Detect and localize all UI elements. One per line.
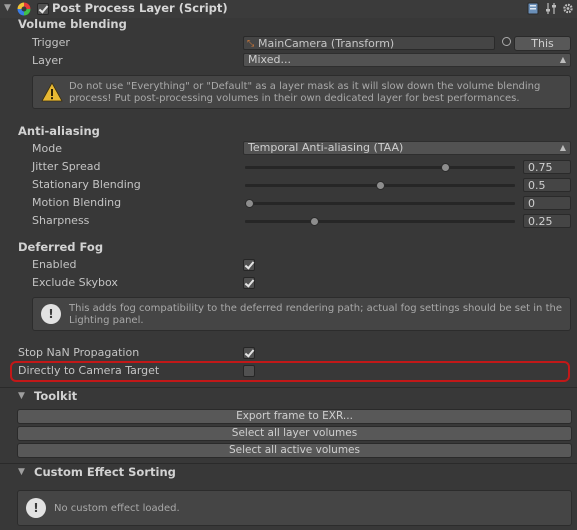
- anti-aliasing-header: Anti-aliasing: [18, 124, 100, 138]
- custom-sorting-foldout[interactable]: ▼ Custom Effect Sorting: [0, 463, 577, 481]
- layer-label: Layer: [32, 54, 63, 67]
- mode-value: Temporal Anti-aliasing (TAA): [248, 141, 404, 154]
- mode-label: Mode: [32, 142, 62, 155]
- fog-enabled-label: Enabled: [32, 258, 77, 271]
- object-picker-icon[interactable]: [502, 37, 511, 46]
- slider-value-field[interactable]: 0.25: [523, 214, 571, 228]
- layer-mask-dropdown[interactable]: Mixed... ▲: [243, 53, 571, 67]
- settings-gear-icon[interactable]: [562, 2, 574, 15]
- slider-thumb[interactable]: [245, 199, 254, 208]
- dropdown-arrows-icon: ▲: [559, 55, 566, 64]
- layer-warning-box: Do not use "Everything" or "Default" as …: [32, 75, 571, 109]
- trigger-object-field[interactable]: ⤡ MainCamera (Transform): [243, 36, 495, 50]
- anti-aliasing-mode-dropdown[interactable]: Temporal Anti-aliasing (TAA) ▲: [243, 141, 571, 155]
- slider-label: Sharpness: [32, 214, 90, 227]
- slider-track[interactable]: [245, 220, 515, 223]
- deferred-fog-header: Deferred Fog: [18, 240, 104, 254]
- exclude-skybox-label: Exclude Skybox: [32, 276, 118, 289]
- component-enabled-checkbox[interactable]: [37, 3, 49, 15]
- info-icon: !: [41, 304, 61, 324]
- export-exr-button[interactable]: Export frame to EXR...: [17, 409, 572, 424]
- select-active-volumes-button[interactable]: Select all active volumes: [17, 443, 572, 458]
- toolkit-header: Toolkit: [34, 389, 78, 403]
- volume-blending-header: Volume blending: [18, 17, 127, 31]
- fog-info-box: ! This adds fog compatibility to the def…: [32, 297, 571, 331]
- slider-thumb[interactable]: [375, 181, 385, 190]
- transform-icon: ⤡: [247, 39, 255, 49]
- foldout-arrow-icon: ▼: [18, 467, 25, 477]
- stop-nan-label: Stop NaN Propagation: [18, 346, 140, 359]
- select-layer-volumes-button[interactable]: Select all layer volumes: [17, 426, 572, 441]
- dropdown-arrows-icon: ▲: [559, 143, 566, 152]
- slider-label: Jitter Spread: [32, 160, 101, 173]
- layer-value: Mixed...: [248, 53, 291, 66]
- slider-value-field[interactable]: 0.5: [523, 178, 571, 192]
- exclude-skybox-checkbox[interactable]: [243, 277, 255, 289]
- fog-enabled-checkbox[interactable]: [243, 259, 255, 271]
- slider-track[interactable]: [245, 202, 515, 205]
- foldout-arrow-icon: ▼: [18, 391, 25, 401]
- warning-icon: [41, 82, 63, 102]
- component-header: ▼ Post Process Layer (Script): [0, 0, 577, 18]
- fog-info-text: This adds fog compatibility to the defer…: [69, 303, 562, 326]
- custom-sorting-message: No custom effect loaded.: [54, 503, 180, 514]
- info-icon: !: [26, 498, 46, 518]
- slider-value-field[interactable]: 0.75: [523, 160, 571, 174]
- trigger-label: Trigger: [32, 36, 70, 49]
- slider-track[interactable]: [245, 166, 515, 169]
- slider-label: Motion Blending: [32, 196, 122, 209]
- custom-sorting-header: Custom Effect Sorting: [34, 465, 176, 479]
- help-book-icon[interactable]: [527, 2, 539, 15]
- slider-label: Stationary Blending: [32, 178, 141, 191]
- toolkit-foldout[interactable]: ▼ Toolkit: [0, 387, 577, 405]
- foldout-arrow-icon[interactable]: ▼: [4, 3, 11, 13]
- layer-warning-text: Do not use "Everything" or "Default" as …: [69, 81, 541, 104]
- highlight-annotation: [10, 361, 570, 382]
- this-button[interactable]: This: [514, 36, 571, 51]
- presets-sliders-icon[interactable]: [545, 2, 557, 15]
- component-title: Post Process Layer (Script): [52, 1, 228, 15]
- slider-value-field[interactable]: 0: [523, 196, 571, 210]
- custom-sorting-box: ! No custom effect loaded.: [17, 490, 572, 526]
- slider-thumb[interactable]: [440, 163, 450, 172]
- trigger-value: MainCamera (Transform): [258, 37, 395, 50]
- stop-nan-checkbox[interactable]: [243, 347, 255, 359]
- slider-thumb[interactable]: [310, 217, 320, 226]
- post-process-component-icon: [17, 2, 31, 16]
